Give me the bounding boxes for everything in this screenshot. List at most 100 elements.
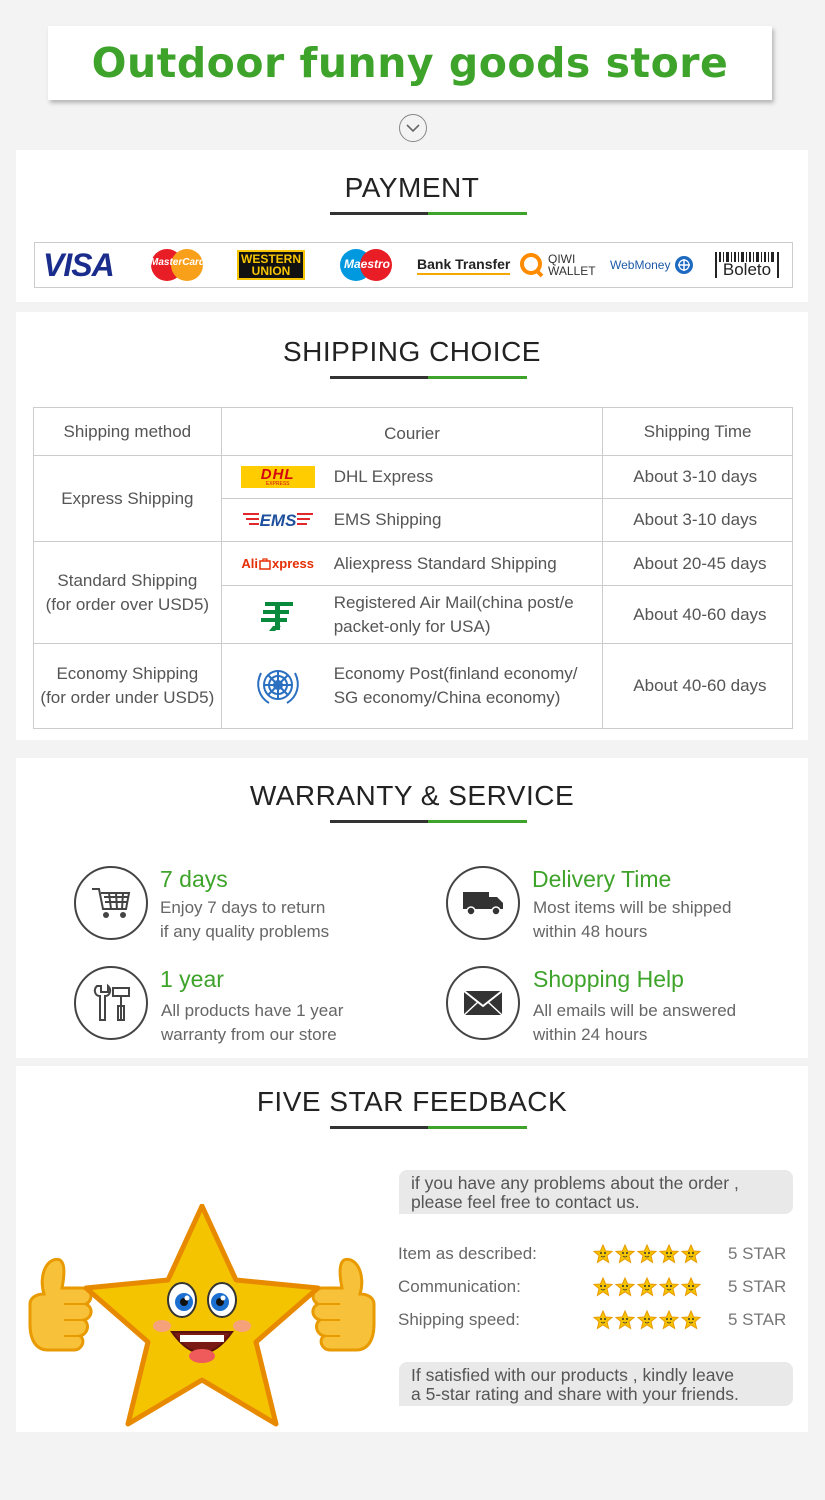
shipping-time: About 20-45 days <box>602 541 793 586</box>
star-rating <box>593 1310 701 1330</box>
warranty-heading: 7 days <box>160 866 228 892</box>
shipping-table: Shipping method Courier Shipping Time Ex… <box>33 407 793 729</box>
section-underline <box>330 1126 527 1129</box>
warranty-item-return: 7 days Enjoy 7 days to return if any qual… <box>74 866 394 956</box>
star-icon <box>593 1277 613 1297</box>
star-icon <box>615 1310 635 1330</box>
visa-logo: VISA <box>43 246 115 283</box>
method-standard: Standard Shipping (for order over USD5) <box>33 541 222 644</box>
feedback-title: FIVE STAR FEEDBACK <box>256 1086 568 1117</box>
star-icon <box>659 1244 679 1264</box>
table-row: Standard Shipping (for order over USD5) … <box>33 541 793 644</box>
table-row: Express Shipping DHL EXPRESS DHL Express… <box>33 455 793 542</box>
star-rating <box>593 1244 701 1264</box>
contact-note-bubble: if you have any problems about the order… <box>399 1170 793 1214</box>
warranty-section: WARRANTY & SERVICE 7 days Enjoy 7 days t… <box>16 758 808 1058</box>
courier-name: EMS Shipping <box>333 510 442 529</box>
rating-value: 5 STAR <box>728 1277 787 1296</box>
star-icon <box>637 1310 657 1330</box>
warranty-heading: 1 year <box>160 966 224 992</box>
feedback-section: FIVE STAR FEEDBACK if you have any probl… <box>16 1066 808 1432</box>
courier-name: Economy Post(finland economy/ SG economy… <box>333 664 578 707</box>
truck-icon <box>446 866 520 940</box>
shopping-cart-icon <box>74 866 148 940</box>
star-icon <box>637 1244 657 1264</box>
payment-title: PAYMENT <box>344 172 480 203</box>
star-icon <box>681 1310 701 1330</box>
chevron-down-icon[interactable] <box>399 114 427 142</box>
dhl-logo-icon: DHL EXPRESS <box>222 466 334 488</box>
shipping-title: SHIPPING CHOICE <box>283 336 541 367</box>
svg-text:EMS: EMS <box>259 511 297 530</box>
rating-row: Item as described: 5 STAR <box>398 1244 798 1268</box>
store-title: Outdoor funny goods store <box>91 39 729 87</box>
star-icon <box>681 1277 701 1297</box>
warranty-desc: All products have 1 year warranty from ou… <box>161 1001 344 1044</box>
courier-cell: Registered Air Mail(china post/e packet-… <box>220 585 604 644</box>
rating-value: 5 STAR <box>728 1310 787 1329</box>
smiling-star-mascot-icon <box>22 1203 382 1428</box>
webmoney-logo: WebMoney <box>610 243 694 287</box>
warranty-desc: Most items will be shipped within 48 hour… <box>533 898 732 941</box>
header-courier: Courier <box>220 407 604 456</box>
warranty-item-delivery: Delivery Time Most items will be shipped… <box>446 866 786 956</box>
warranty-item-help: Shopping Help All emails will be answere… <box>446 966 786 1056</box>
shipping-time: About 40-60 days <box>602 643 793 729</box>
rating-request-bubble: If satisfied with our products , kindly … <box>399 1362 793 1406</box>
table-header-row: Shipping method Courier Shipping Time <box>33 407 793 456</box>
warranty-desc: All emails will be answered within 24 hou… <box>533 1001 737 1044</box>
shipping-time: About 3-10 days <box>602 498 793 542</box>
aliexpress-logo-icon: Ali xpress <box>241 556 314 571</box>
qiwi-wallet-logo: QIWI WALLET <box>519 243 596 287</box>
courier-name: Aliexpress Standard Shipping <box>333 553 557 573</box>
star-icon <box>681 1244 701 1264</box>
payment-section: PAYMENT VISA MasterCard WESTERN UNION Ma… <box>16 150 808 302</box>
star-icon <box>593 1244 613 1264</box>
star-icon <box>659 1310 679 1330</box>
western-union-logo: WESTERN UNION <box>237 243 305 287</box>
warranty-desc: Enjoy 7 days to return if any quality pro… <box>160 898 330 941</box>
bank-transfer-logo: Bank Transfer <box>417 243 511 287</box>
star-rating <box>593 1277 701 1297</box>
shipping-time: About 40-60 days <box>602 585 793 644</box>
method-express: Express Shipping <box>33 455 222 542</box>
section-underline <box>330 376 527 379</box>
ems-logo-icon: EMS <box>222 509 334 531</box>
courier-name: Registered Air Mail(china post/e packet-… <box>333 592 574 636</box>
boleto-logo: Boleto <box>715 243 779 287</box>
envelope-icon <box>446 966 520 1040</box>
warranty-heading: Delivery Time <box>532 866 672 892</box>
courier-cell: DHL EXPRESS DHL Express <box>220 455 604 499</box>
china-post-logo-icon <box>222 598 334 632</box>
rating-label: Communication: <box>398 1277 521 1296</box>
rating-label: Item as described: <box>398 1244 537 1263</box>
courier-cell: EMS EMS Shipping <box>220 498 604 542</box>
section-underline <box>330 212 527 215</box>
shipping-time: About 3-10 days <box>602 455 793 499</box>
warranty-heading: Shopping Help <box>533 966 684 992</box>
rating-value: 5 STAR <box>728 1244 787 1263</box>
maestro-logo: Maestro <box>337 243 395 287</box>
warranty-title: WARRANTY & SERVICE <box>249 780 575 811</box>
store-banner: Outdoor funny goods store <box>48 26 772 100</box>
star-icon <box>659 1277 679 1297</box>
rating-label: Shipping speed: <box>398 1310 520 1329</box>
courier-cell: Economy Post(finland economy/ SG economy… <box>220 643 604 729</box>
header-shipping-method: Shipping method <box>33 407 222 456</box>
rating-row: Shipping speed: 5 STAR <box>398 1310 798 1334</box>
courier-cell: Ali xpress Aliexpress Standard Shipping <box>220 541 604 586</box>
star-icon <box>637 1277 657 1297</box>
un-logo-icon <box>222 663 334 709</box>
method-economy: Economy Shipping (for order under USD5) <box>33 643 222 729</box>
mastercard-logo: MasterCard <box>149 243 205 287</box>
star-icon <box>615 1277 635 1297</box>
rating-row: Communication: 5 STAR <box>398 1277 798 1301</box>
warranty-item-year: 1 year All products have 1 year warranty … <box>74 966 394 1056</box>
table-row: Economy Shipping (for order under USD5) <box>33 643 793 729</box>
section-underline <box>330 820 527 823</box>
tools-icon <box>74 966 148 1040</box>
star-icon <box>615 1244 635 1264</box>
courier-name: DHL Express <box>333 467 434 486</box>
header-shipping-time: Shipping Time <box>602 407 793 456</box>
star-icon <box>593 1310 613 1330</box>
